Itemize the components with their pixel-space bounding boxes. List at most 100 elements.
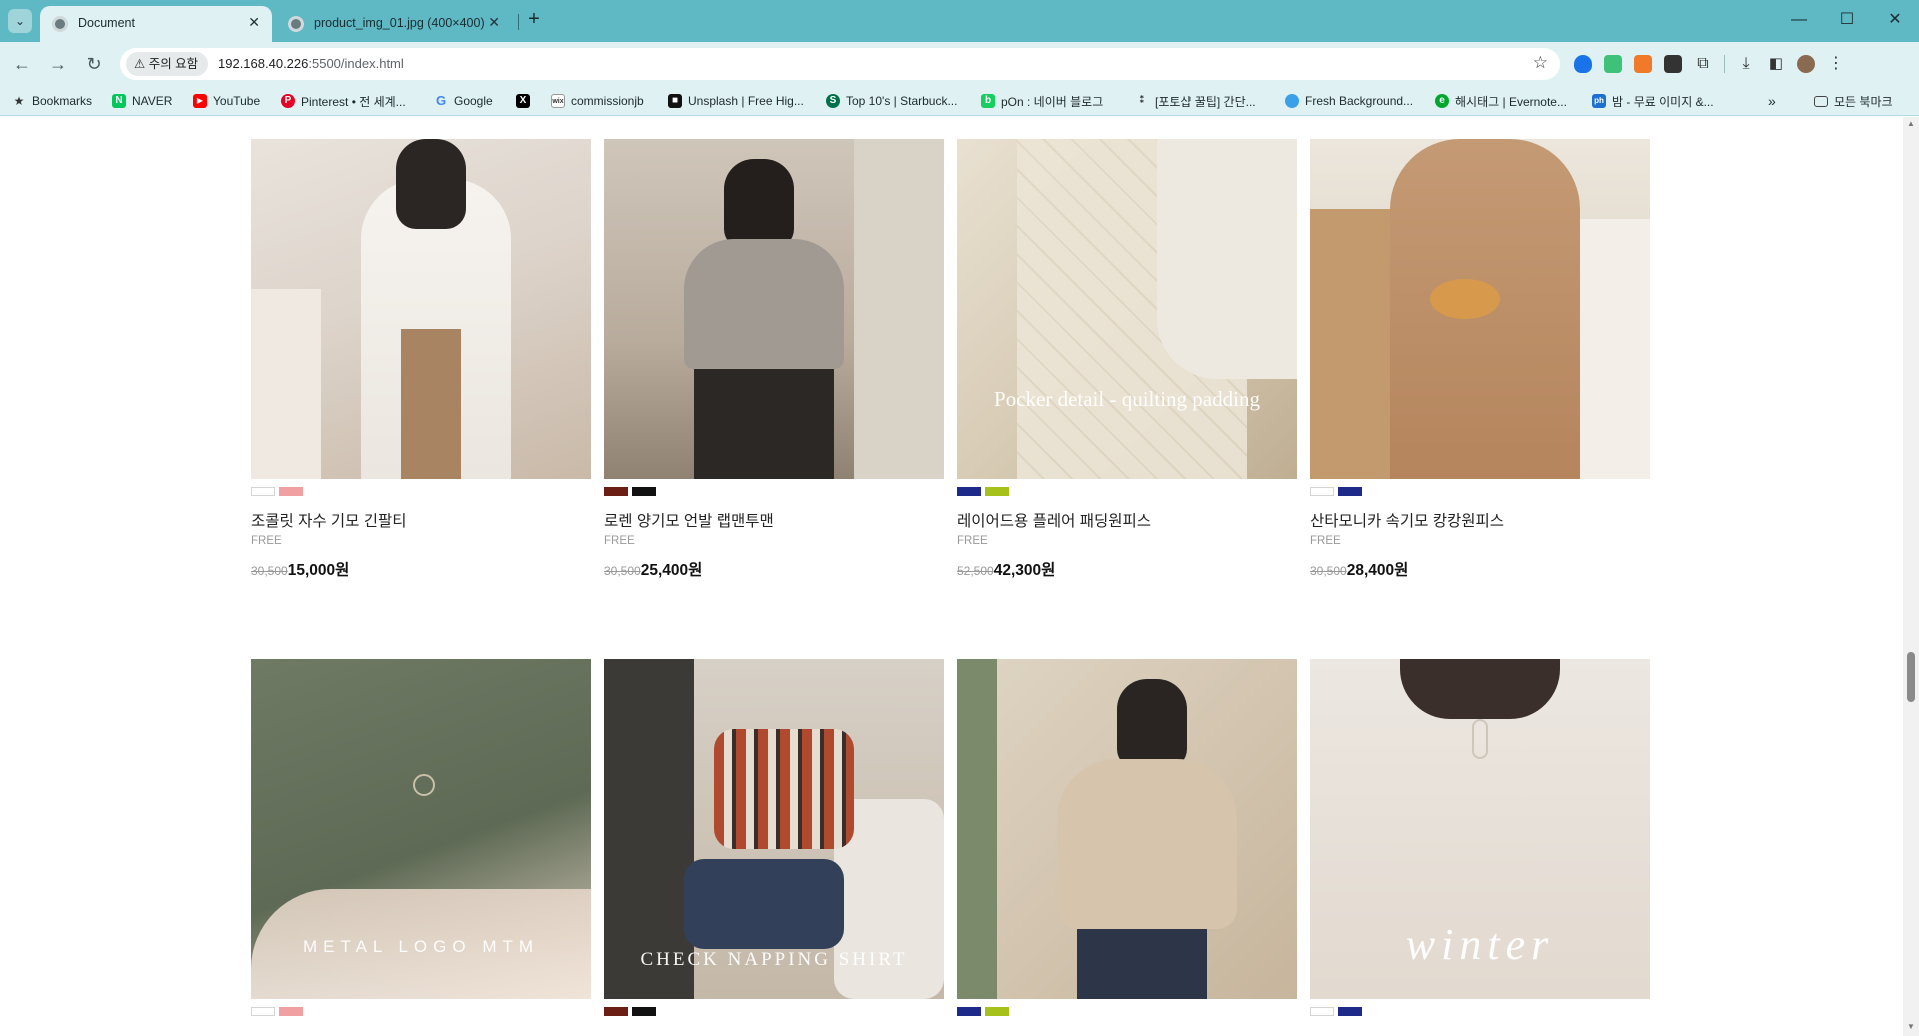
url-text[interactable]: 192.168.40.226:5500/index.html — [218, 56, 404, 71]
color-swatch[interactable] — [985, 487, 1009, 496]
bookmark-item[interactable]: e 해시태그 | Evernote... — [1435, 93, 1567, 109]
bookmark-item[interactable]: P Pinterest • 전 세계... — [281, 93, 406, 109]
bookmark-item[interactable]: ⁑ [포토샵 꿀팁] 간단... — [1135, 93, 1255, 109]
sale-price: 15,000원 — [287, 562, 350, 579]
product-name[interactable]: 산타모니카 속기모 캉캉원피스 — [1310, 509, 1504, 531]
color-swatch[interactable] — [279, 487, 303, 496]
product-card[interactable]: 산타모니카 속기모 캉캉원피스 FREE 30,50028,400원 — [1310, 139, 1650, 609]
bookmark-item[interactable]: G Google — [434, 93, 493, 109]
tab-document[interactable]: Document ✕ — [40, 6, 272, 42]
tab-product-image[interactable]: product_img_01.jpg (400×400) ✕ — [276, 6, 512, 42]
color-swatch[interactable] — [1310, 487, 1334, 496]
more-bookmarks-icon[interactable]: » — [1768, 93, 1776, 109]
color-swatch[interactable] — [1338, 1007, 1362, 1016]
product-card[interactable]: 로렌 양기모 언발 랩맨투맨 FREE 30,50025,400원 — [604, 139, 944, 609]
tab-title: product_img_01.jpg (400×400) — [314, 16, 485, 30]
product-card[interactable] — [957, 659, 1297, 1036]
product-card[interactable]: winter — [1310, 659, 1650, 1036]
color-swatch[interactable] — [985, 1007, 1009, 1016]
minimize-button[interactable]: — — [1775, 0, 1823, 42]
blog-icon: b — [981, 94, 995, 108]
color-swatch[interactable] — [604, 1007, 628, 1016]
puzzle-extensions-icon[interactable]: ⧉ — [1694, 55, 1712, 73]
security-label: 주의 요함 — [148, 57, 199, 71]
toolbar-divider — [1724, 55, 1725, 73]
bookmark-item[interactable]: b pOn : 네이버 블로그 — [981, 93, 1103, 109]
product-name[interactable]: 조콜릿 자수 기모 긴팔티 — [251, 509, 407, 531]
url-path: :5500/index.html — [308, 56, 404, 71]
maximize-button[interactable]: ☐ — [1823, 0, 1871, 42]
close-icon[interactable]: ✕ — [248, 14, 260, 31]
color-swatch[interactable] — [604, 487, 628, 496]
color-swatches — [1310, 487, 1362, 496]
product-card[interactable]: METAL LOGO MTM — [251, 659, 591, 1036]
color-swatch[interactable] — [957, 1007, 981, 1016]
bookmark-item[interactable]: ▶ YouTube — [193, 93, 260, 109]
all-bookmarks-folder[interactable]: 모든 북마크 — [1814, 93, 1893, 109]
scroll-up-arrow-icon[interactable]: ▲ — [1907, 119, 1915, 128]
product-image[interactable]: CHECK NAPPING SHIRT — [604, 659, 944, 999]
product-image[interactable]: winter — [1310, 659, 1650, 999]
bookmark-item[interactable]: ■ Unsplash | Free Hig... — [668, 93, 804, 109]
download-icon[interactable]: ⤓ — [1737, 55, 1755, 73]
back-button[interactable]: ← — [10, 52, 34, 76]
product-name[interactable]: 로렌 양기모 언발 랩맨투맨 — [604, 509, 774, 531]
menu-icon[interactable]: ⋮ — [1827, 55, 1845, 73]
bookmark-item[interactable]: wix commissionjb — [551, 93, 644, 109]
page-scrollbar[interactable]: ▲ ▼ — [1903, 117, 1919, 1036]
side-panel-icon[interactable]: ◧ — [1767, 55, 1785, 73]
bookmark-item[interactable]: N NAVER — [112, 93, 172, 109]
product-image[interactable]: METAL LOGO MTM — [251, 659, 591, 999]
product-card[interactable]: 조콜릿 자수 기모 긴팔티 FREE 30,50015,000원 — [251, 139, 591, 609]
image-caption: CHECK NAPPING SHIRT — [640, 949, 908, 970]
color-swatches — [251, 1007, 303, 1016]
color-swatches — [251, 487, 303, 496]
scroll-down-arrow-icon[interactable]: ▼ — [1907, 1022, 1915, 1031]
color-swatch[interactable] — [632, 1007, 656, 1016]
orange-extension-icon[interactable] — [1634, 55, 1652, 73]
green-extension-icon[interactable] — [1604, 55, 1622, 73]
original-price: 52,500 — [957, 564, 994, 578]
color-swatch[interactable] — [251, 1007, 275, 1016]
pen-extension-icon[interactable] — [1664, 55, 1682, 73]
bookmark-star-icon[interactable]: ☆ — [1533, 53, 1548, 73]
color-swatch[interactable] — [1338, 487, 1362, 496]
bookmark-item[interactable]: ph 밤 - 무료 이미지 &... — [1592, 93, 1714, 109]
bookmark-item[interactable]: Fresh Background... — [1285, 93, 1413, 109]
product-image[interactable] — [1310, 139, 1650, 479]
new-tab-button[interactable]: + — [522, 8, 546, 32]
security-chip[interactable]: ⚠ 주의 요함 — [126, 52, 209, 76]
product-card[interactable]: CHECK NAPPING SHIRT — [604, 659, 944, 1036]
color-swatch[interactable] — [279, 1007, 303, 1016]
color-swatch[interactable] — [632, 487, 656, 496]
color-swatch[interactable] — [251, 487, 275, 496]
product-card[interactable]: Pocker detail - quilting padding 레이어드용 플… — [957, 139, 1297, 609]
product-price: 52,50042,300원 — [957, 558, 1055, 580]
bookmark-item[interactable]: ★ Bookmarks — [12, 93, 92, 109]
color-swatches — [604, 487, 656, 496]
product-image[interactable] — [251, 139, 591, 479]
color-swatch[interactable] — [1310, 1007, 1334, 1016]
product-name[interactable]: 레이어드용 플레어 패딩원피스 — [957, 509, 1151, 531]
shield-extension-icon[interactable] — [1574, 55, 1592, 73]
forward-button[interactable]: → — [46, 52, 70, 76]
scroll-thumb[interactable] — [1907, 652, 1915, 702]
product-image[interactable] — [604, 139, 944, 479]
bookmark-item[interactable]: X — [516, 93, 530, 109]
original-price: 30,500 — [251, 564, 288, 578]
tab-search-icon[interactable]: ⌄ — [8, 9, 32, 33]
product-image[interactable]: Pocker detail - quilting padding — [957, 139, 1297, 479]
sale-price: 42,300원 — [993, 562, 1056, 579]
close-icon[interactable]: ✕ — [488, 14, 500, 31]
url-host: 192.168.40.226 — [218, 56, 309, 71]
bookmark-item[interactable]: S Top 10's | Starbuck... — [826, 93, 957, 109]
window-controls: — ☐ ✕ — [1775, 0, 1919, 42]
close-window-button[interactable]: ✕ — [1871, 0, 1919, 42]
image-caption: Pocker detail - quilting padding — [994, 387, 1260, 411]
product-image[interactable] — [957, 659, 1297, 999]
reload-button[interactable]: ↻ — [82, 52, 106, 76]
color-swatch[interactable] — [957, 487, 981, 496]
tab-strip: ⌄ Document ✕ product_img_01.jpg (400×400… — [0, 0, 1919, 42]
profile-avatar[interactable] — [1797, 55, 1815, 73]
address-bar[interactable]: ⚠ 주의 요함 192.168.40.226:5500/index.html ☆ — [120, 48, 1560, 80]
